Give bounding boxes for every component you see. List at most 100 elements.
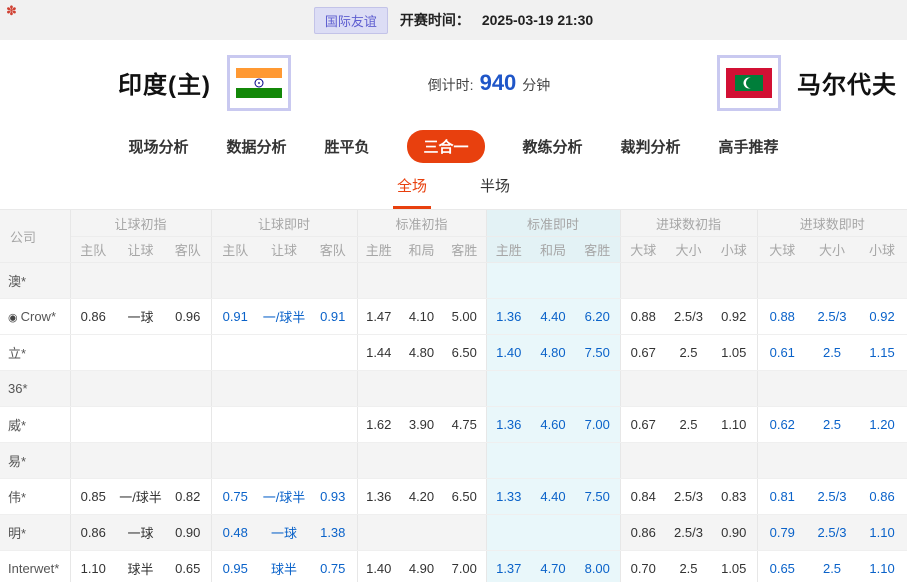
odds-cell bbox=[70, 371, 116, 407]
company-cell[interactable]: 明* bbox=[0, 515, 70, 551]
nav-tabs: 现场分析 数据分析 胜平负 三合一 教练分析 裁判分析 高手推荐 bbox=[0, 125, 907, 168]
odds-cell: 一球 bbox=[259, 515, 309, 551]
odds-cell bbox=[807, 443, 857, 479]
odds-cell: 0.86 bbox=[857, 479, 907, 515]
column-subheader: 大球 bbox=[757, 237, 807, 263]
odds-cell: 0.86 bbox=[70, 515, 116, 551]
odds-cell bbox=[357, 515, 400, 551]
odds-cell: 0.70 bbox=[620, 551, 666, 582]
scope-tab[interactable]: 全场 bbox=[393, 168, 431, 209]
nav-tab[interactable]: 现场分析 bbox=[128, 136, 188, 157]
odds-cell: 2.5/3 bbox=[666, 299, 711, 335]
countdown-value: 940 bbox=[480, 70, 517, 96]
column-subheader: 大球 bbox=[620, 237, 666, 263]
odds-cell: 1.10 bbox=[711, 407, 757, 443]
odds-cell: 0.62 bbox=[757, 407, 807, 443]
odds-cell bbox=[486, 263, 531, 299]
countdown-label: 倒计时: bbox=[428, 75, 474, 95]
odds-cell bbox=[116, 263, 165, 299]
scope-tab[interactable]: 半场 bbox=[476, 168, 514, 209]
odds-cell bbox=[309, 443, 357, 479]
column-subheader: 让球 bbox=[259, 237, 309, 263]
odds-cell bbox=[70, 443, 116, 479]
odds-cell bbox=[857, 263, 907, 299]
odds-cell: 2.5/3 bbox=[807, 299, 857, 335]
odds-cell: 1.36 bbox=[486, 407, 531, 443]
odds-cell: 4.20 bbox=[400, 479, 443, 515]
odds-cell bbox=[259, 335, 309, 371]
odds-cell: 1.47 bbox=[357, 299, 400, 335]
company-cell[interactable]: 36* bbox=[0, 371, 70, 407]
odds-cell: 一/球半 bbox=[116, 479, 165, 515]
odds-cell: 2.5 bbox=[666, 335, 711, 371]
countdown-unit: 分钟 bbox=[522, 75, 550, 95]
odds-cell: 7.00 bbox=[575, 407, 620, 443]
odds-cell bbox=[443, 515, 486, 551]
nav-tab[interactable]: 高手推荐 bbox=[719, 136, 779, 157]
table-row: 立*1.444.806.501.404.807.500.672.51.050.6… bbox=[0, 335, 907, 371]
home-team: 印度(主) bbox=[118, 55, 291, 111]
odds-cell bbox=[443, 371, 486, 407]
odds-cell: 0.67 bbox=[620, 335, 666, 371]
odds-cell: 0.81 bbox=[757, 479, 807, 515]
column-subheader: 大小 bbox=[666, 237, 711, 263]
odds-cell bbox=[165, 371, 211, 407]
nav-tab[interactable]: 裁判分析 bbox=[621, 136, 681, 157]
table-row: 36* bbox=[0, 371, 907, 407]
odds-cell: 2.5 bbox=[666, 551, 711, 582]
odds-cell bbox=[486, 371, 531, 407]
table-row: 威*1.623.904.751.364.607.000.672.51.100.6… bbox=[0, 407, 907, 443]
odds-cell: 1.38 bbox=[309, 515, 357, 551]
odds-cell bbox=[116, 443, 165, 479]
odds-cell bbox=[443, 263, 486, 299]
odds-cell bbox=[666, 371, 711, 407]
odds-cell: 0.96 bbox=[165, 299, 211, 335]
odds-cell bbox=[165, 335, 211, 371]
odds-cell: 1.36 bbox=[357, 479, 400, 515]
odds-cell: 6.20 bbox=[575, 299, 620, 335]
odds-cell bbox=[259, 443, 309, 479]
company-cell[interactable]: 澳* bbox=[0, 263, 70, 299]
odds-cell bbox=[357, 443, 400, 479]
odds-cell: 0.75 bbox=[211, 479, 259, 515]
odds-cell bbox=[531, 443, 575, 479]
company-cell[interactable]: Interwet* bbox=[0, 551, 70, 582]
odds-cell: 7.50 bbox=[575, 335, 620, 371]
odds-cell bbox=[757, 371, 807, 407]
company-cell[interactable]: 易* bbox=[0, 443, 70, 479]
company-cell[interactable]: 立* bbox=[0, 335, 70, 371]
odds-cell: 1.44 bbox=[357, 335, 400, 371]
company-cell[interactable]: ◉Crow* bbox=[0, 299, 70, 335]
odds-cell bbox=[309, 263, 357, 299]
odds-cell: 1.10 bbox=[70, 551, 116, 582]
odds-cell: 0.88 bbox=[757, 299, 807, 335]
company-cell[interactable]: 威* bbox=[0, 407, 70, 443]
odds-cell bbox=[211, 335, 259, 371]
odds-cell: 3.90 bbox=[400, 407, 443, 443]
odds-cell: 0.82 bbox=[165, 479, 211, 515]
odds-cell: 0.90 bbox=[711, 515, 757, 551]
nav-tab[interactable]: 三合一 bbox=[407, 130, 484, 163]
kickoff-time: 2025-03-19 21:30 bbox=[482, 12, 593, 28]
odds-cell: 0.86 bbox=[620, 515, 666, 551]
odds-cell bbox=[116, 371, 165, 407]
column-subheader: 大小 bbox=[807, 237, 857, 263]
nav-tab[interactable]: 数据分析 bbox=[226, 136, 286, 157]
odds-cell bbox=[70, 263, 116, 299]
nav-tab[interactable]: 教练分析 bbox=[523, 136, 583, 157]
table-row: Interwet*1.10球半0.650.95球半0.751.404.907.0… bbox=[0, 551, 907, 582]
odds-table: 公司让球初指让球即时标准初指标准即时进球数初指进球数即时主队让球客队主队让球客队… bbox=[0, 210, 907, 582]
odds-cell: 球半 bbox=[259, 551, 309, 582]
crown-icon: ◉ bbox=[8, 312, 18, 324]
odds-cell bbox=[575, 263, 620, 299]
odds-cell bbox=[807, 263, 857, 299]
odds-cell: 0.85 bbox=[70, 479, 116, 515]
table-row: 伟*0.85一/球半0.820.75一/球半0.931.364.206.501.… bbox=[0, 479, 907, 515]
company-cell[interactable]: 伟* bbox=[0, 479, 70, 515]
odds-cell: 1.40 bbox=[357, 551, 400, 582]
odds-cell bbox=[486, 515, 531, 551]
odds-cell: 0.75 bbox=[309, 551, 357, 582]
site-logo-icon: ✽ bbox=[6, 3, 17, 19]
column-subheader: 和局 bbox=[400, 237, 443, 263]
nav-tab[interactable]: 胜平负 bbox=[324, 136, 369, 157]
